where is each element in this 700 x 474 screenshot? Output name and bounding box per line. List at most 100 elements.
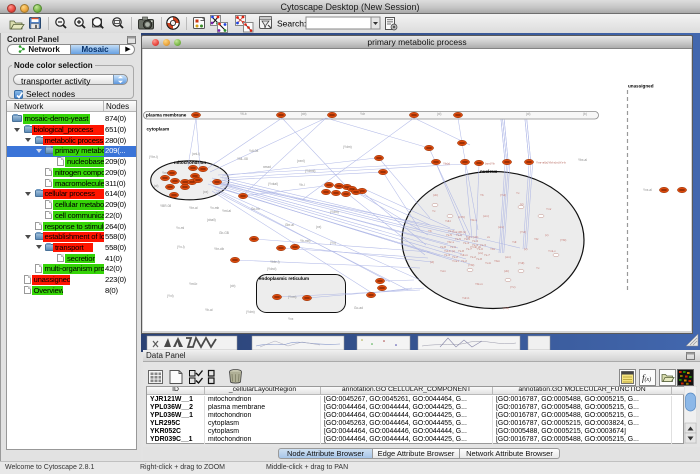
svg-text:Ybbr-l): Ybbr-l) xyxy=(270,260,280,264)
svg-text:(Yxl): (Yxl) xyxy=(167,294,174,298)
svg-text:mitochondrion: mitochondrion xyxy=(174,160,206,165)
svg-text:(xball): (xball) xyxy=(207,218,216,222)
svg-text:unassigned: unassigned xyxy=(628,84,654,89)
svg-text:Yx-6: Yx-6 xyxy=(456,233,462,237)
svg-text:(xb): (xb) xyxy=(230,284,236,288)
svg-text:Go-ad: Go-ad xyxy=(354,306,363,310)
svg-text:Yx-7: Yx-7 xyxy=(448,229,454,233)
svg-text:(xx): (xx) xyxy=(316,225,321,229)
svg-text:(xx): (xx) xyxy=(203,190,208,194)
svg-text:Ybl-x: Ybl-x xyxy=(470,218,477,222)
svg-text:Yx-ml: Yx-ml xyxy=(176,226,184,230)
svg-text:Yx-4: Yx-4 xyxy=(472,239,478,243)
svg-text:(xm)Yb: (xm)Yb xyxy=(485,162,495,166)
svg-text:Yb-mb): Yb-mb) xyxy=(300,239,310,243)
svg-text:cytoplasm: cytoplasm xyxy=(147,127,170,132)
svg-text:Yb(x): Yb(x) xyxy=(443,162,450,166)
svg-text:Ybl-m: Ybl-m xyxy=(475,282,483,286)
svg-text:(Ydl): (Ydl) xyxy=(518,261,524,265)
svg-text:Yml-al: Yml-al xyxy=(222,209,231,213)
svg-text:Yx: Yx xyxy=(516,191,520,195)
svg-text:Ybr: Ybr xyxy=(534,237,539,241)
svg-text:xx: xx xyxy=(487,235,491,239)
svg-text:(Ybl): (Ybl) xyxy=(468,263,474,267)
svg-text:Ymr-al(x)Ybl-x(m)Yx-b: Ymr-al(x)Ybl-x(m)Yx-b xyxy=(536,161,566,165)
svg-text:Go-hb: Go-hb xyxy=(251,207,260,211)
svg-text:(Ydm): (Ydm) xyxy=(330,210,339,214)
svg-text:Search:: Search: xyxy=(277,19,306,29)
svg-text:Yxm: Yxm xyxy=(440,269,447,273)
svg-text:Yb-al: Yb-al xyxy=(205,308,213,312)
svg-text:Yx-2: Yx-2 xyxy=(461,259,467,263)
svg-text:Yx-5: Yx-5 xyxy=(464,237,470,241)
svg-text:(Ydrcl): (Ydrcl) xyxy=(267,267,276,271)
svg-text:(Yx-l): (Yx-l) xyxy=(177,245,185,249)
svg-text:Yb: Yb xyxy=(428,229,432,233)
svg-text:Ydl-m: Ydl-m xyxy=(460,253,468,257)
svg-text:nucleus: nucleus xyxy=(480,169,498,174)
svg-text:Ydl: Ydl xyxy=(512,240,517,244)
svg-text:(Yx): (Yx) xyxy=(330,241,336,245)
svg-text:Ybr-al: Ybr-al xyxy=(189,206,198,210)
svg-text:(xl): (xl) xyxy=(526,112,530,116)
svg-text:Yx-0: Yx-0 xyxy=(477,247,483,251)
svg-text:(x): (x) xyxy=(545,233,549,237)
svg-text:(x): (x) xyxy=(524,247,528,251)
svg-text:Ybr-clb: Ybr-clb xyxy=(214,247,224,251)
svg-text:Yx-8: Yx-8 xyxy=(476,257,482,261)
svg-text:Gbr-al: Gbr-al xyxy=(285,223,294,227)
svg-text:(Ydrml): (Ydrml) xyxy=(305,169,315,173)
svg-text:Yx-3: Yx-3 xyxy=(480,243,486,247)
svg-text:Yfl-b: Yfl-b xyxy=(240,112,247,116)
svg-text:Yx-4: Yx-4 xyxy=(463,241,469,245)
svg-text:Yx-8: Yx-8 xyxy=(440,245,446,249)
svg-text:Yx-7: Yx-7 xyxy=(484,253,490,257)
svg-text:Yb: Yb xyxy=(480,193,484,197)
svg-text:Ybx: Ybx xyxy=(490,247,496,251)
svg-text:(xm): (xm) xyxy=(498,225,504,229)
svg-text:Yx-b: Yx-b xyxy=(485,261,492,265)
svg-text:Ymr: Ymr xyxy=(546,207,552,211)
svg-text:Ydl-08: Ydl-08 xyxy=(249,149,258,153)
svg-text:(Ybl): (Ybl) xyxy=(560,238,566,242)
svg-text:Ybx-al: Ybx-al xyxy=(578,158,587,162)
svg-text:(Yxl): (Yxl) xyxy=(500,193,506,197)
svg-text:YNL-08: YNL-08 xyxy=(237,157,248,161)
svg-text:Ymr-l: Ymr-l xyxy=(452,259,459,263)
svg-text:Yx-5: Yx-5 xyxy=(455,237,461,241)
svg-text:YBR-08: YBR-08 xyxy=(160,204,171,208)
svg-text:(xnl-l): (xnl-l) xyxy=(192,152,200,156)
svg-text:(xYb): (xYb) xyxy=(458,215,465,219)
svg-text:Yx-mb: Yx-mb xyxy=(210,206,219,210)
svg-text:(xx): (xx) xyxy=(478,251,483,255)
svg-text:(Ybr-l): (Ybr-l) xyxy=(149,155,158,159)
svg-text:Yxx: Yxx xyxy=(288,317,294,321)
svg-text:Ybm: Ybm xyxy=(494,259,501,263)
svg-text:(xl): (xl) xyxy=(437,112,441,116)
svg-text:Yb-l: Yb-l xyxy=(299,183,305,187)
svg-text:(xm): (xm) xyxy=(483,214,489,218)
svg-text:(xl): (xl) xyxy=(154,184,158,188)
svg-text:(xm): (xm) xyxy=(505,255,511,259)
svg-text:Yx: Yx xyxy=(536,266,540,270)
svg-text:Ydl-l: Ydl-l xyxy=(445,219,451,223)
svg-text:(Ydm): (Ydm) xyxy=(246,310,255,314)
svg-text:(Yxm): (Yxm) xyxy=(288,295,297,299)
svg-text:(Yxkal): (Yxkal) xyxy=(268,182,278,186)
svg-text:(xb): (xb) xyxy=(301,112,307,116)
svg-text:Ybr-x: Ybr-x xyxy=(447,240,455,244)
svg-text:Yml-x: Yml-x xyxy=(548,249,556,253)
svg-text:(xb): (xb) xyxy=(433,193,438,197)
svg-text:Yxx-al: Yxx-al xyxy=(643,188,652,192)
svg-text:(Yx): (Yx) xyxy=(510,285,516,289)
svg-text:endoplasmic reticulum: endoplasmic reticulum xyxy=(259,276,309,281)
svg-text:(Ydm): (Ydm) xyxy=(343,145,352,149)
svg-text:Yx-2: Yx-2 xyxy=(452,255,458,259)
svg-text:(Yxl): (Yxl) xyxy=(520,230,526,234)
svg-text:(xb): (xb) xyxy=(504,269,509,273)
svg-text:Yx-3: Yx-3 xyxy=(444,253,450,257)
svg-text:plasma membrane: plasma membrane xyxy=(146,113,187,118)
svg-text:(b): (b) xyxy=(583,112,587,116)
svg-text:Yx-5: Yx-5 xyxy=(446,233,452,237)
svg-text:Yml-b: Yml-b xyxy=(189,282,198,286)
